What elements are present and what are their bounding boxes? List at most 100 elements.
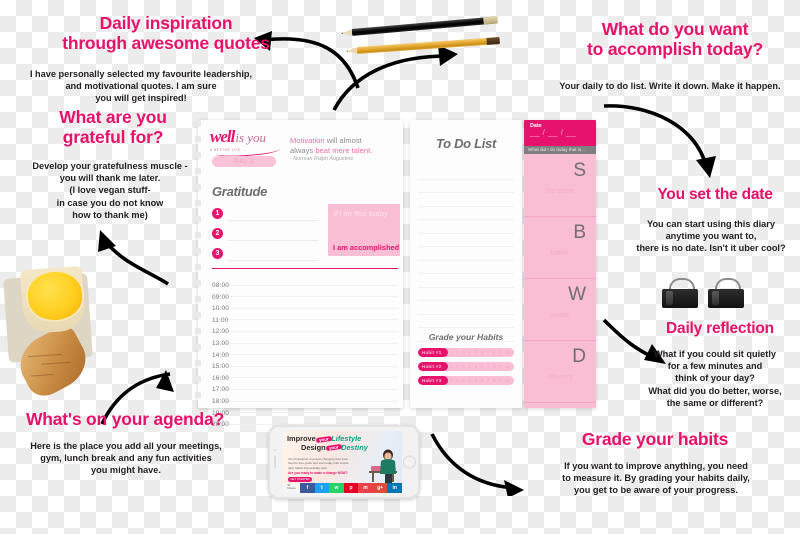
reflection-cell[interactable]: Ddifferent	[524, 342, 596, 403]
habit-tick[interactable]: 5	[475, 364, 477, 369]
todo-line[interactable]	[418, 193, 514, 207]
agenda-hour-row[interactable]: 15:00	[212, 355, 398, 370]
todo-line[interactable]	[418, 274, 514, 288]
reflection-letter: W	[568, 284, 586, 305]
twitter-icon[interactable]: t	[314, 483, 330, 493]
phone-hero-text: Improve your Lifestyle Design your Destiny	[287, 434, 368, 452]
habit-bar[interactable]: Habit #2 1 2 3 4 5 6 7 8 9 10	[418, 362, 514, 371]
reflection-prompt-bar: What did I do today that is...	[524, 146, 596, 154]
habit-scale[interactable]: 1 2 3 4 5 6 7 8 9 10	[450, 376, 510, 385]
habit-tick[interactable]: 1	[450, 378, 452, 383]
todo-line[interactable]	[418, 288, 514, 301]
reflection-word: different	[547, 372, 573, 381]
infographic-canvas: wellis you A BETTER LIFE Day 2 Motivatio…	[0, 0, 800, 534]
gratitude-line-1[interactable]	[228, 220, 318, 221]
habit-tick[interactable]: 7	[487, 378, 489, 383]
habit-tick[interactable]: 8	[493, 350, 495, 355]
reflection-cell[interactable]: Sthe same	[524, 156, 596, 217]
mail-icon[interactable]: m	[358, 483, 373, 493]
phone-cta-text: Are you ready to make a change NOW?	[288, 471, 348, 475]
agenda-hour-row[interactable]: 08:00	[212, 274, 398, 289]
agenda-hour-row[interactable]: 13:00	[212, 332, 398, 347]
habit-label: Habit #1	[418, 348, 448, 357]
todo-line[interactable]	[418, 180, 514, 193]
googleplus-icon[interactable]: g+	[372, 483, 388, 493]
agenda-hour-row[interactable]: 18:00	[212, 390, 398, 405]
todo-line[interactable]	[418, 301, 514, 315]
habit-tick[interactable]: 4	[468, 378, 470, 383]
todo-line[interactable]	[418, 207, 514, 220]
reflection-letter: B	[573, 222, 586, 243]
reflection-letter: S	[573, 160, 586, 181]
phone-mockup: Improve your Lifestyle Design your Destiny J…	[268, 425, 420, 499]
habit-tick[interactable]: 6	[481, 378, 483, 383]
habit-tick[interactable]: 10	[505, 378, 510, 383]
agenda-hour-row[interactable]: 09:00	[212, 286, 398, 301]
todo-list-page: To Do List Grade your Habits Habit #1 1 2 3…	[410, 120, 522, 408]
heading-grateful: What are you grateful for?	[59, 107, 167, 147]
habit-tick[interactable]: 3	[462, 378, 464, 383]
phone-home-button[interactable]	[403, 455, 416, 469]
agenda-hour-row[interactable]: 11:00	[212, 309, 398, 324]
habit-tick[interactable]: 7	[487, 364, 489, 369]
habit-tick[interactable]: 2	[456, 350, 458, 355]
agenda-hour-row[interactable]: 16:00	[212, 367, 398, 382]
gratitude-number-3: 3	[212, 248, 223, 259]
habit-tick[interactable]: 10	[505, 350, 510, 355]
todo-line[interactable]	[418, 261, 514, 274]
whatsapp-icon[interactable]: w	[329, 483, 344, 493]
habit-tick[interactable]: 6	[481, 364, 483, 369]
habit-tick[interactable]: 2	[456, 364, 458, 369]
habit-tick[interactable]: 3	[462, 350, 464, 355]
agenda-hour-row[interactable]: 10:00	[212, 297, 398, 312]
gratitude-line-3[interactable]	[228, 260, 318, 261]
reflection-cell[interactable]: Wworse	[524, 280, 596, 341]
habit-scale[interactable]: 1 2 3 4 5 6 7 8 9 10	[450, 362, 510, 371]
habit-tick[interactable]: 4	[468, 350, 470, 355]
habit-tick[interactable]: 9	[499, 378, 501, 383]
habit-tick[interactable]: 5	[475, 378, 477, 383]
todo-line[interactable]	[418, 234, 514, 247]
reflection-word: better	[550, 248, 570, 257]
diary-left-page: wellis you A BETTER LIFE Day 2 Motivatio…	[195, 120, 403, 428]
todo-line[interactable]	[418, 166, 514, 180]
linkedin-icon[interactable]: in	[387, 483, 402, 493]
agenda-hour-row[interactable]: 17:00	[212, 378, 398, 393]
hero-pill-your-2: your	[325, 443, 342, 452]
hero-pill-your-1: your	[315, 435, 332, 443]
text-set-the-date: You can start using this diary anytime yo…	[636, 219, 786, 254]
reflection-prompt-text: What did I do today that is...	[528, 147, 585, 152]
todo-line[interactable]	[418, 220, 514, 234]
habit-tick[interactable]: 9	[499, 350, 501, 355]
habit-tick[interactable]: 8	[493, 378, 495, 383]
agenda-hour-row[interactable]: 14:00	[212, 344, 398, 359]
agenda-hour-row[interactable]: 12:00	[212, 320, 398, 335]
habit-tick[interactable]: 10	[505, 364, 510, 369]
habit-tick[interactable]: 3	[462, 364, 464, 369]
page-divider	[212, 268, 398, 269]
pinterest-icon[interactable]: p	[343, 483, 359, 493]
todo-line[interactable]	[418, 247, 514, 261]
habit-tick[interactable]: 8	[493, 364, 495, 369]
habit-tick[interactable]: 2	[456, 378, 458, 383]
habit-bar[interactable]: Habit #1 1 2 3 4 5 6 7 8 9 10	[418, 348, 514, 357]
agenda-hours-list: 08:00 09:00 10:00 11:00 12:00 13:00 14:00 15:00…	[212, 274, 398, 428]
reflection-cell[interactable]: Bbetter	[524, 218, 596, 279]
habit-scale[interactable]: 1 2 3 4 5 6 7 8 9 10	[450, 348, 510, 357]
facebook-icon[interactable]: f	[300, 483, 315, 493]
gratitude-line-2[interactable]	[228, 240, 318, 241]
habit-tick[interactable]: 1	[450, 364, 452, 369]
habit-tick[interactable]: 4	[468, 364, 470, 369]
date-input-slots[interactable]: __ / __ / __	[524, 129, 596, 137]
gratitude-heading: Gratitude	[212, 184, 268, 199]
daily-quote: Motivation will almost always beat mere …	[290, 136, 395, 162]
gratitude-number-2: 2	[212, 228, 223, 239]
habit-bar[interactable]: Habit #3 1 2 3 4 5 6 7 8 9 10	[418, 376, 514, 385]
habit-tick[interactable]: 6	[481, 350, 483, 355]
habit-tick[interactable]: 9	[499, 364, 501, 369]
habit-tick[interactable]: 1	[450, 350, 452, 355]
habit-tick[interactable]: 5	[475, 350, 477, 355]
todo-line[interactable]	[418, 315, 514, 328]
phone-cta-button[interactable]: GET STARTED	[288, 477, 312, 482]
habit-tick[interactable]: 7	[487, 350, 489, 355]
